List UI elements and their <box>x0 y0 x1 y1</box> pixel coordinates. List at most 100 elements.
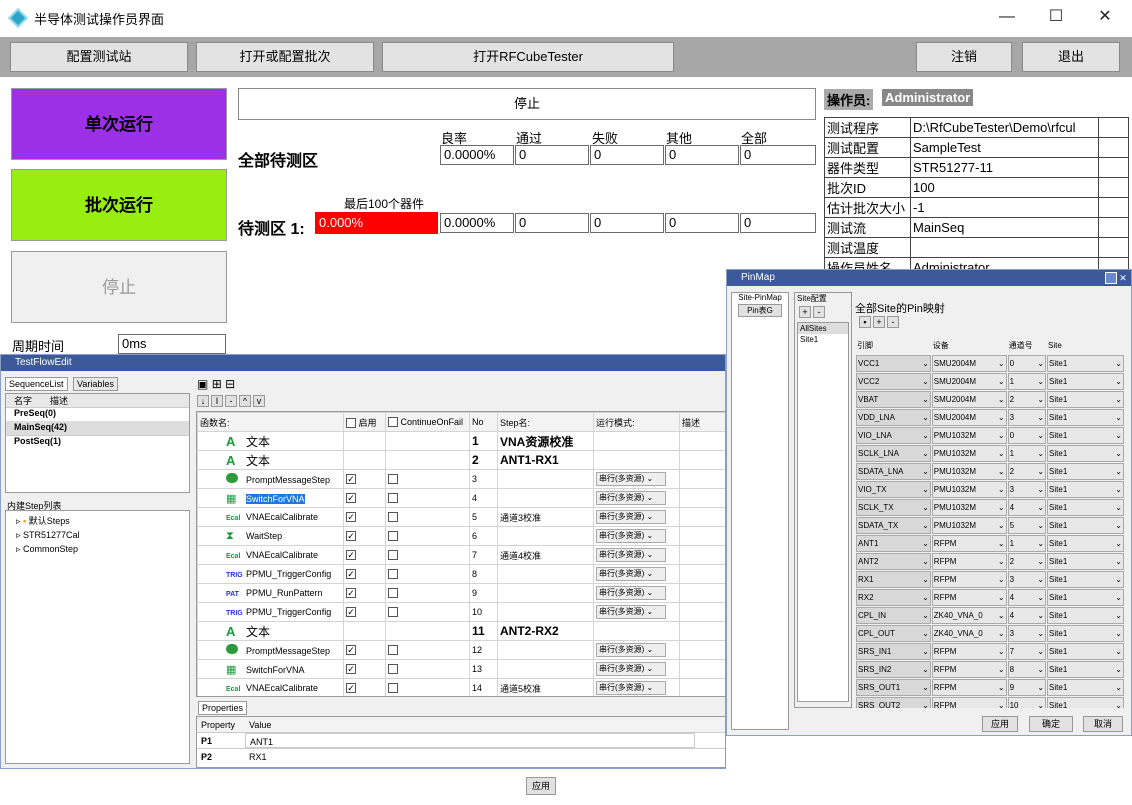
table-row[interactable]: A 文本 1 VNA资源校准 <box>197 431 725 451</box>
channel-select[interactable]: 1 ⌄ <box>1007 445 1047 462</box>
continue-checkbox[interactable] <box>388 664 398 675</box>
channel-select[interactable]: 5 ⌄ <box>1007 517 1047 534</box>
table-row[interactable]: ▦ SwitchForVNA ✓ 13 串行(多资源) ⌄ <box>197 659 725 679</box>
stepname-cell[interactable] <box>497 583 594 603</box>
device-select[interactable]: PMU1032M ⌄ <box>931 481 1007 498</box>
device-select[interactable]: RFPM ⌄ <box>931 553 1007 570</box>
channel-select[interactable]: 3 ⌄ <box>1007 481 1047 498</box>
runmode-cell[interactable]: 串行(多资源) ⌄ <box>593 469 680 489</box>
device-select[interactable]: SMU2004M ⌄ <box>931 409 1007 426</box>
pin-table-button[interactable]: Pin表G <box>738 304 782 317</box>
pinmap-apply-button[interactable]: 应用 <box>982 716 1018 732</box>
desc-cell[interactable] <box>679 450 725 470</box>
device-select[interactable]: RFPM ⌄ <box>931 679 1007 696</box>
runmode-select[interactable]: 串行(多资源) ⌄ <box>596 662 666 676</box>
channel-select[interactable]: 7 ⌄ <box>1007 643 1047 660</box>
continue-cell[interactable] <box>385 488 470 508</box>
runmode-select[interactable]: 串行(多资源) ⌄ <box>596 529 666 543</box>
runmode-cell[interactable] <box>593 621 680 641</box>
runmode-cell[interactable]: 串行(多资源) ⌄ <box>593 678 680 696</box>
stepname-cell[interactable]: VNA资源校准 <box>497 431 594 451</box>
pinmap-row[interactable]: SRS_OUT2 ⌄ RFPM ⌄ 10 ⌄ Site1 ⌄ <box>856 697 1124 708</box>
add-site-button[interactable]: + <box>799 306 811 318</box>
pin-select[interactable]: VIO_LNA ⌄ <box>856 427 931 444</box>
continue-checkbox[interactable] <box>388 512 398 523</box>
pinmap-row[interactable]: RX1 ⌄ RFPM ⌄ 3 ⌄ Site1 ⌄ <box>856 571 1124 588</box>
runmode-cell[interactable]: 串行(多资源) ⌄ <box>593 526 680 546</box>
pin-select[interactable]: CPL_IN ⌄ <box>856 607 931 624</box>
enable-checkbox[interactable]: ✓ <box>346 550 356 561</box>
restore-icon[interactable] <box>1105 272 1117 284</box>
pinmap-row[interactable]: VDD_LNA ⌄ SMU2004M ⌄ 3 ⌄ Site1 ⌄ <box>856 409 1124 426</box>
runmode-select[interactable]: 串行(多资源) ⌄ <box>596 510 666 524</box>
continue-checkbox[interactable] <box>388 550 398 561</box>
stop-run-button[interactable]: 停止 <box>11 251 227 323</box>
pin-select[interactable]: SDATA_LNA ⌄ <box>856 463 931 480</box>
continue-cell[interactable] <box>385 564 470 584</box>
pin-select[interactable]: VCC1 ⌄ <box>856 355 931 372</box>
continue-checkbox[interactable] <box>388 645 398 656</box>
pinmap-cancel-button[interactable]: 取消 <box>1083 716 1123 732</box>
continue-cell[interactable] <box>385 469 470 489</box>
pin-select[interactable]: RX2 ⌄ <box>856 589 931 606</box>
runmode-cell[interactable]: 串行(多资源) ⌄ <box>593 507 680 527</box>
device-select[interactable]: SMU2004M ⌄ <box>931 355 1007 372</box>
enable-cell[interactable]: ✓ <box>343 564 386 584</box>
logout-button[interactable]: 注销 <box>916 42 1012 72</box>
save-icon[interactable]: ▪ <box>859 316 871 328</box>
add-pin-button[interactable]: + <box>873 316 885 328</box>
continue-cell[interactable] <box>385 431 470 451</box>
runmode-select[interactable]: 串行(多资源) ⌄ <box>596 643 666 657</box>
config-station-button[interactable]: 配置测试站 <box>10 42 188 72</box>
channel-select[interactable]: 0 ⌄ <box>1007 427 1047 444</box>
enable-cell[interactable]: ✓ <box>343 640 386 660</box>
channel-select[interactable]: 4 ⌄ <box>1007 589 1047 606</box>
pinmap-row[interactable]: SRS_OUT1 ⌄ RFPM ⌄ 9 ⌄ Site1 ⌄ <box>856 679 1124 696</box>
device-select[interactable]: RFPM ⌄ <box>931 589 1007 606</box>
continue-cell[interactable] <box>385 526 470 546</box>
channel-select[interactable]: 1 ⌄ <box>1007 373 1047 390</box>
device-select[interactable]: RFPM ⌄ <box>931 697 1007 708</box>
tab-sequencelist[interactable]: SequenceList <box>5 377 68 391</box>
pin-select[interactable]: VDD_LNA ⌄ <box>856 409 931 426</box>
desc-cell[interactable] <box>679 564 725 584</box>
channel-select[interactable]: 2 ⌄ <box>1007 391 1047 408</box>
table-row[interactable]: PAT PPMU_RunPattern ✓ 9 串行(多资源) ⌄ <box>197 583 725 603</box>
enable-checkbox[interactable]: ✓ <box>346 588 356 599</box>
pinmap-row[interactable]: VBAT ⌄ SMU2004M ⌄ 2 ⌄ Site1 ⌄ <box>856 391 1124 408</box>
pinmap-row[interactable]: SRS_IN2 ⌄ RFPM ⌄ 8 ⌄ Site1 ⌄ <box>856 661 1124 678</box>
table-row[interactable]: A 文本 2 ANT1-RX1 <box>197 450 725 470</box>
pin-select[interactable]: CPL_OUT ⌄ <box>856 625 931 642</box>
desc-cell[interactable] <box>679 431 725 451</box>
enable-checkbox[interactable]: ✓ <box>346 645 356 656</box>
stepname-cell[interactable] <box>497 526 594 546</box>
site-select[interactable]: Site1 ⌄ <box>1047 571 1124 588</box>
site-select[interactable]: Site1 ⌄ <box>1047 391 1124 408</box>
pinmap-row[interactable]: SRS_IN1 ⌄ RFPM ⌄ 7 ⌄ Site1 ⌄ <box>856 643 1124 660</box>
channel-select[interactable]: 2 ⌄ <box>1007 463 1047 480</box>
runmode-select[interactable]: 串行(多资源) ⌄ <box>596 548 666 562</box>
sequence-item[interactable]: MainSeq(42) <box>6 422 189 436</box>
enable-checkbox[interactable]: ✓ <box>346 607 356 618</box>
channel-select[interactable]: 2 ⌄ <box>1007 553 1047 570</box>
channel-select[interactable]: 4 ⌄ <box>1007 607 1047 624</box>
site-select[interactable]: Site1 ⌄ <box>1047 373 1124 390</box>
runmode-cell[interactable]: 串行(多资源) ⌄ <box>593 602 680 622</box>
exit-button[interactable]: 退出 <box>1022 42 1120 72</box>
continue-checkbox[interactable] <box>388 607 398 618</box>
enable-checkbox[interactable]: ✓ <box>346 474 356 485</box>
runmode-cell[interactable]: 串行(多资源) ⌄ <box>593 583 680 603</box>
site-select[interactable]: Site1 ⌄ <box>1047 625 1124 642</box>
pinmap-row[interactable]: CPL_OUT ⌄ ZK40_VNA_0 ⌄ 3 ⌄ Site1 ⌄ <box>856 625 1124 642</box>
pin-select[interactable]: VIO_TX ⌄ <box>856 481 931 498</box>
up-arrow-icon[interactable]: ^ <box>239 395 251 407</box>
desc-cell[interactable] <box>679 678 725 696</box>
stepname-cell[interactable] <box>497 488 594 508</box>
stepname-cell[interactable] <box>497 640 594 660</box>
continue-cell[interactable] <box>385 678 470 696</box>
move-down-icon[interactable]: ↓ <box>197 395 209 407</box>
pin-select[interactable]: VBAT ⌄ <box>856 391 931 408</box>
runmode-cell[interactable]: 串行(多资源) ⌄ <box>593 640 680 660</box>
table-row[interactable]: ⧗ WaitStep ✓ 6 串行(多资源) ⌄ <box>197 526 725 546</box>
collapse-icon[interactable]: ⊟ <box>225 377 235 391</box>
